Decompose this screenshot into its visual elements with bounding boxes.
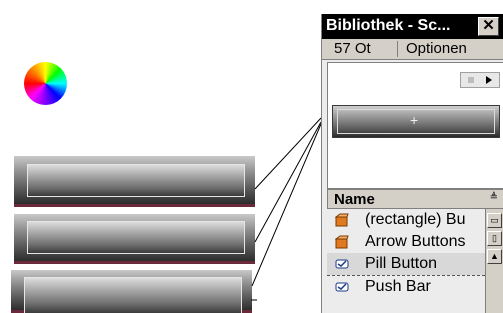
list-item[interactable]: Push Bar [327, 275, 485, 297]
options-menu[interactable]: Optionen [406, 40, 467, 57]
list-item[interactable]: (rectangle) Bu [327, 209, 485, 231]
symbol-preview: + [327, 62, 503, 189]
properties-icon[interactable]: ▯ [487, 231, 502, 246]
list-item-label: (rectangle) Bu [365, 211, 466, 228]
name-column-header[interactable]: Name ≜ [327, 189, 503, 209]
list-item-label: Arrow Buttons [365, 233, 466, 250]
name-column-label: Name [334, 191, 375, 208]
graphic-symbol-icon [335, 213, 349, 227]
list-item[interactable]: Arrow Buttons [327, 231, 485, 253]
close-button[interactable]: ✕ [478, 17, 499, 36]
connector-line [254, 117, 322, 190]
list-item-label: Push Bar [365, 278, 431, 295]
library-panel: Bibliothek - Sc... ✕ 57 Ot Optionen + Na… [321, 14, 503, 313]
new-symbol-icon[interactable]: ▭ [487, 213, 502, 228]
plus-icon: + [410, 112, 419, 128]
item-count-label: 57 Ot [334, 40, 371, 57]
menu-divider [397, 41, 398, 57]
play-icon[interactable] [486, 76, 492, 84]
preview-button-symbol: + [332, 105, 500, 138]
close-icon: ✕ [482, 17, 495, 34]
panel-titlebar[interactable]: Bibliothek - Sc... ✕ [322, 14, 503, 39]
panel-title: Bibliothek - Sc... [326, 17, 451, 34]
sort-icon[interactable]: ≜ [490, 192, 498, 203]
panel-menubar: 57 Ot Optionen [322, 39, 503, 60]
connector-line [251, 123, 322, 287]
graphic-symbol-icon [335, 235, 349, 249]
connector-line [254, 121, 322, 243]
list-scrollbar[interactable]: ▭ ▯ ▲ [485, 209, 503, 313]
button-symbol-icon [335, 282, 349, 292]
list-item[interactable]: Pill Button [327, 253, 485, 275]
symbol-list: (rectangle) Bu Arrow Buttons Pill Button… [327, 209, 485, 313]
scroll-up-icon[interactable]: ▲ [487, 249, 502, 264]
list-item-label: Pill Button [365, 255, 438, 272]
playback-controls [460, 72, 500, 88]
preview-button-face: + [337, 109, 495, 134]
stop-icon[interactable] [468, 77, 474, 83]
button-symbol-icon [335, 259, 349, 269]
